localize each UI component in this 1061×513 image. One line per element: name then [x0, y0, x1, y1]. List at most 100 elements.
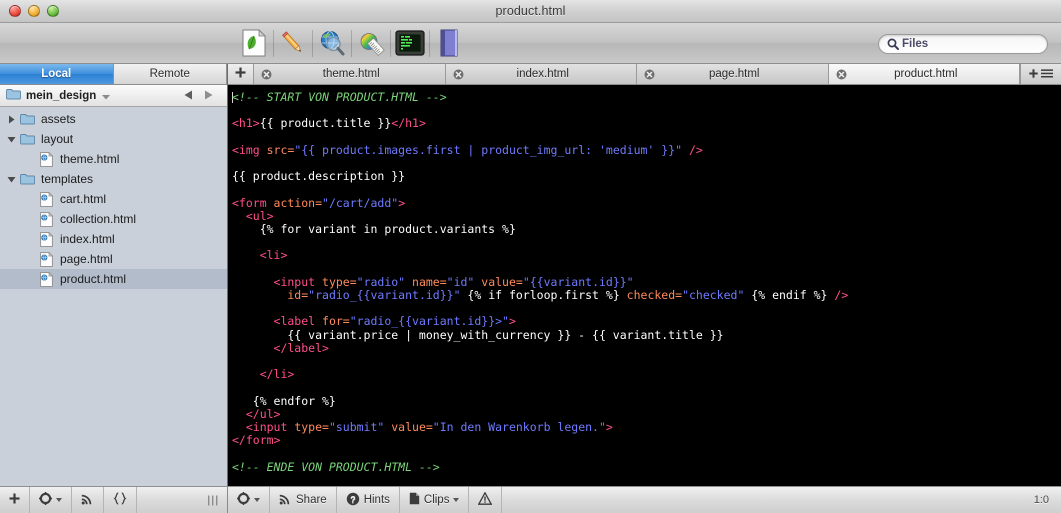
code-token-tag: /> [682, 142, 703, 157]
new-file-icon [241, 29, 267, 57]
snippets-button[interactable] [104, 486, 137, 513]
code-token-tag: > [605, 420, 613, 435]
tree-item-label: cart.html [60, 192, 107, 206]
tree-item-label: templates [41, 172, 94, 186]
code-token-tag: <img [232, 142, 267, 157]
tab-page.html[interactable]: page.html [637, 64, 829, 84]
code-token-attr: checked= [626, 288, 683, 303]
code-token-str: "In den Warenkorb legen." [432, 420, 606, 435]
code-editor[interactable]: <!-- START VON PRODUCT.HTML --> <h1>{{ p… [228, 85, 1061, 486]
code-token-tag: </form> [232, 433, 281, 448]
main-area: Local Remote mein_design assets layout t… [0, 64, 1061, 486]
chevron-down-icon [254, 498, 260, 502]
tree-file-theme.html[interactable]: theme.html [0, 149, 227, 169]
folder-icon [18, 173, 36, 185]
color-picker-button[interactable] [351, 23, 390, 64]
code-token-tag: <input [232, 420, 295, 435]
back-arrow-icon[interactable] [184, 87, 193, 105]
terminal-button[interactable] [390, 23, 429, 64]
code-token-plain: {{ variant.price | money_with_currency }… [232, 327, 724, 342]
title-bar: product.html [0, 0, 1061, 23]
library-book-icon [438, 29, 460, 57]
tree-folder-layout[interactable]: layout [0, 129, 227, 149]
code-token-plain: {% endfor %} [232, 393, 336, 408]
sidebar: Local Remote mein_design assets layout t… [0, 64, 228, 486]
folder-icon [18, 133, 36, 145]
code-token-plain: {% endif %} [744, 288, 835, 303]
tab-close-icon[interactable] [644, 69, 655, 80]
chevron-down-icon[interactable] [102, 87, 111, 105]
hints-label: Hints [363, 494, 390, 506]
code-token-tag: <form [232, 195, 274, 210]
code-token-str: "/cart/add" [322, 195, 399, 210]
code-token-str: "checked" [682, 288, 745, 303]
hints-button[interactable]: ? Hints [337, 486, 400, 513]
library-button[interactable] [429, 23, 468, 64]
tree-folder-assets[interactable]: assets [0, 109, 227, 129]
code-token-tag: <ul> [232, 208, 274, 223]
tab-theme.html[interactable]: theme.html [254, 64, 446, 84]
code-token-str: "radio" [356, 274, 406, 289]
code-token-tag: > [508, 314, 516, 329]
tab-overflow-menu[interactable] [1020, 64, 1061, 84]
path-navigation [184, 87, 221, 105]
tree-item-label: layout [41, 132, 74, 146]
path-bar[interactable]: mein_design [0, 85, 227, 107]
warnings-button[interactable] [469, 486, 503, 513]
window-title: product.html [495, 4, 566, 18]
code-token-tag: <h1> [232, 116, 260, 131]
code-token-plain: {% if forloop.first %} [460, 288, 627, 303]
search-icon [887, 38, 899, 50]
new-file-button[interactable] [234, 23, 273, 64]
tree-item-label: index.html [60, 232, 115, 246]
code-token-plain: {{ product.description }} [232, 169, 406, 184]
add-file-button[interactable] [0, 486, 30, 513]
code-token-str: "submit" [328, 420, 385, 435]
resize-grip[interactable] [200, 495, 227, 506]
share-label: Share [296, 494, 327, 506]
tree-item-label: page.html [60, 252, 113, 266]
tree-item-label: product.html [60, 272, 127, 286]
new-tab-button[interactable] [228, 64, 254, 84]
segment-remote[interactable]: Remote [113, 64, 227, 84]
edit-button[interactable] [273, 23, 312, 64]
code-token-tag: </h1> [391, 116, 426, 131]
clips-button[interactable]: Clips [400, 486, 470, 513]
tree-file-page.html[interactable]: page.html [0, 249, 227, 269]
segment-local[interactable]: Local [0, 64, 114, 84]
tree-file-collection.html[interactable]: collection.html [0, 209, 227, 229]
code-token-attr: value= [474, 274, 523, 289]
braces-icon [113, 492, 127, 508]
tree-file-cart.html[interactable]: cart.html [0, 189, 227, 209]
tree-file-index.html[interactable]: index.html [0, 229, 227, 249]
share-button[interactable]: Share [270, 486, 337, 513]
tree-folder-templates[interactable]: templates [0, 169, 227, 189]
edit-pencil-icon [279, 29, 307, 57]
disclosure-closed-icon[interactable] [5, 115, 18, 124]
tab-close-icon[interactable] [836, 69, 847, 80]
disclosure-open-icon[interactable] [5, 175, 18, 184]
publish-button[interactable] [72, 486, 104, 513]
disclosure-open-icon[interactable] [5, 135, 18, 144]
tab-close-icon[interactable] [453, 69, 464, 80]
code-token-tag: </label> [232, 340, 329, 355]
tree-file-product.html[interactable]: product.html [0, 269, 227, 289]
html-file-icon [37, 251, 55, 267]
editor-gear-button[interactable] [228, 486, 270, 513]
code-token-str: "{{variant.id}}" [522, 274, 634, 289]
search-field[interactable]: Files [878, 34, 1048, 54]
tab-close-icon[interactable] [261, 69, 272, 80]
tab-index.html[interactable]: index.html [445, 64, 637, 84]
code-token-attr: id= [232, 288, 309, 303]
code-token-tag: </li> [232, 367, 295, 382]
terminal-icon [394, 30, 425, 56]
forward-arrow-icon[interactable] [204, 87, 213, 105]
gear-icon [237, 492, 250, 508]
preview-button[interactable] [312, 23, 351, 64]
status-bar: Share ? Hints Clips 1:0 [0, 486, 1061, 513]
tab-product.html[interactable]: product.html [828, 64, 1020, 84]
local-remote-segmented-control: Local Remote [0, 64, 227, 85]
code-token-attr: src= [266, 142, 295, 157]
settings-gear-button[interactable] [30, 486, 72, 513]
tree-item-label: assets [41, 112, 76, 126]
